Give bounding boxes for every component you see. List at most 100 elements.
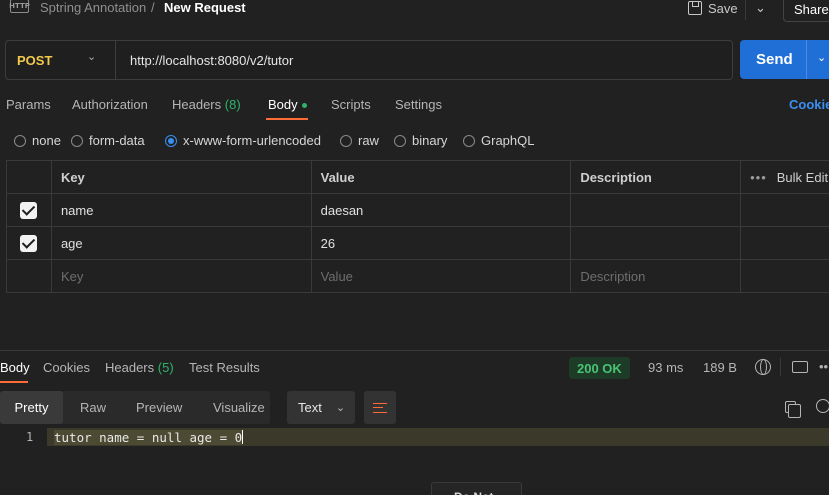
breadcrumb-separator: / bbox=[151, 0, 155, 15]
active-tab-indicator bbox=[0, 381, 28, 383]
description-placeholder[interactable]: Description bbox=[571, 260, 742, 292]
divider bbox=[115, 41, 116, 79]
radio-label: x-www-form-urlencoded bbox=[183, 133, 321, 148]
tab-headers-label: Headers bbox=[172, 97, 222, 112]
response-tab-headers-count: (5) bbox=[157, 360, 174, 375]
view-tab-pretty[interactable]: Pretty bbox=[0, 391, 63, 424]
table-row: name daesan bbox=[7, 194, 829, 227]
send-button[interactable]: Send bbox=[740, 40, 829, 79]
radio-button[interactable] bbox=[394, 134, 406, 147]
tab-headers[interactable]: Headers (8) bbox=[172, 97, 241, 112]
text-caret bbox=[242, 430, 244, 444]
tab-body-label: Body bbox=[268, 97, 298, 112]
response-body-editor[interactable]: tutor name = null age = 0 bbox=[54, 430, 244, 445]
more-options-icon[interactable]: ••• bbox=[750, 170, 767, 185]
page-title[interactable]: New Request bbox=[164, 0, 246, 15]
radio-label: none bbox=[32, 133, 61, 148]
tab-settings[interactable]: Settings bbox=[395, 97, 442, 112]
key-cell[interactable]: age bbox=[52, 227, 312, 259]
response-tab-headers-label: Headers bbox=[105, 360, 155, 375]
response-divider[interactable] bbox=[0, 350, 829, 351]
modified-dot-icon bbox=[301, 103, 307, 109]
actions-cell bbox=[741, 227, 829, 259]
table-header-row: Key Value Description ••• Bulk Edit bbox=[7, 161, 829, 194]
chevron-down-icon[interactable]: ⌄ bbox=[817, 51, 826, 64]
view-tab-raw[interactable]: Raw bbox=[80, 391, 106, 424]
tab-scripts[interactable]: Scripts bbox=[331, 97, 371, 112]
row-checkbox-cell bbox=[7, 227, 52, 259]
column-header-key: Key bbox=[52, 161, 312, 193]
radio-raw[interactable]: raw bbox=[340, 133, 379, 148]
response-tab-test-results[interactable]: Test Results bbox=[189, 360, 260, 375]
radio-label: raw bbox=[358, 133, 379, 148]
column-header-description: Description bbox=[571, 161, 742, 193]
row-checkbox-cell bbox=[7, 194, 52, 226]
view-tab-preview[interactable]: Preview bbox=[136, 391, 182, 424]
divider bbox=[780, 358, 781, 376]
bottom-popup-button[interactable]: Do Not... bbox=[431, 482, 522, 495]
radio-form-data[interactable]: form-data bbox=[71, 133, 145, 148]
params-table: Key Value Description ••• Bulk Edit name… bbox=[6, 160, 829, 293]
bulk-edit-button[interactable]: Bulk Edit bbox=[777, 170, 828, 185]
chevron-down-icon: ⌄ bbox=[335, 402, 346, 414]
tab-authorization[interactable]: Authorization bbox=[72, 97, 148, 112]
save-example-icon[interactable] bbox=[792, 361, 808, 373]
url-input[interactable] bbox=[122, 44, 722, 76]
status-badge[interactable]: 200 OK bbox=[569, 357, 630, 379]
row-checkbox[interactable] bbox=[20, 201, 38, 219]
active-tab-indicator bbox=[266, 118, 308, 120]
divider bbox=[806, 40, 807, 79]
key-cell[interactable]: name bbox=[52, 194, 312, 226]
radio-label: form-data bbox=[89, 133, 145, 148]
response-body-text[interactable]: tutor name = null age = 0 bbox=[54, 430, 243, 445]
radio-button[interactable] bbox=[14, 134, 26, 147]
response-tab-body[interactable]: Body bbox=[0, 360, 30, 375]
radio-button[interactable] bbox=[340, 134, 352, 147]
row-checkbox[interactable] bbox=[20, 234, 38, 252]
radio-none[interactable]: none bbox=[14, 133, 61, 148]
response-tab-headers[interactable]: Headers (5) bbox=[105, 360, 174, 375]
view-tab-visualize[interactable]: Visualize bbox=[213, 391, 265, 424]
chevron-down-icon[interactable]: ⌄ bbox=[87, 50, 96, 63]
radio-button[interactable] bbox=[463, 134, 475, 147]
cookies-link[interactable]: Cookie bbox=[789, 97, 829, 112]
bulk-edit-cell: ••• Bulk Edit bbox=[741, 161, 829, 193]
breadcrumb-collection[interactable]: Sptring Annotation bbox=[40, 0, 146, 15]
copy-icon[interactable] bbox=[785, 401, 801, 418]
radio-binary[interactable]: binary bbox=[394, 133, 447, 148]
table-row-empty: Key Value Description bbox=[7, 260, 829, 293]
response-size[interactable]: 189 B bbox=[703, 360, 737, 375]
more-options-icon[interactable]: •• bbox=[819, 359, 828, 374]
share-button[interactable]: Share bbox=[783, 0, 829, 22]
method-select[interactable]: POST bbox=[17, 53, 52, 68]
actions-cell bbox=[741, 260, 829, 292]
globe-icon[interactable] bbox=[755, 359, 771, 375]
tab-body[interactable]: Body bbox=[268, 97, 307, 112]
save-dropdown-button[interactable]: ⌄ bbox=[745, 0, 775, 20]
radio-label: binary bbox=[412, 133, 448, 148]
radio-graphql[interactable]: GraphQL bbox=[463, 133, 534, 148]
radio-button[interactable] bbox=[71, 134, 83, 147]
value-cell[interactable]: daesan bbox=[312, 194, 572, 226]
table-row: age 26 bbox=[7, 227, 829, 260]
tab-params[interactable]: Params bbox=[6, 97, 51, 112]
format-select[interactable]: Text ⌄ bbox=[287, 391, 355, 424]
response-tab-cookies[interactable]: Cookies bbox=[43, 360, 90, 375]
search-icon[interactable] bbox=[816, 399, 829, 413]
format-select-value: Text bbox=[298, 400, 322, 415]
save-button[interactable]: Save bbox=[688, 0, 738, 20]
radio-button-selected[interactable] bbox=[165, 134, 177, 147]
key-placeholder[interactable]: Key bbox=[52, 260, 312, 292]
save-icon bbox=[688, 1, 702, 15]
value-placeholder[interactable]: Value bbox=[312, 260, 572, 292]
wrap-lines-icon bbox=[373, 402, 387, 413]
description-cell[interactable] bbox=[571, 194, 742, 226]
description-cell[interactable] bbox=[571, 227, 742, 259]
radio-label: GraphQL bbox=[481, 133, 535, 148]
radio-urlencoded[interactable]: x-www-form-urlencoded bbox=[165, 133, 321, 148]
value-cell[interactable]: 26 bbox=[312, 227, 572, 259]
tab-headers-count: (8) bbox=[224, 97, 241, 112]
response-time[interactable]: 93 ms bbox=[648, 360, 683, 375]
chevron-down-icon: ⌄ bbox=[755, 0, 766, 15]
wrap-lines-button[interactable] bbox=[364, 391, 396, 424]
